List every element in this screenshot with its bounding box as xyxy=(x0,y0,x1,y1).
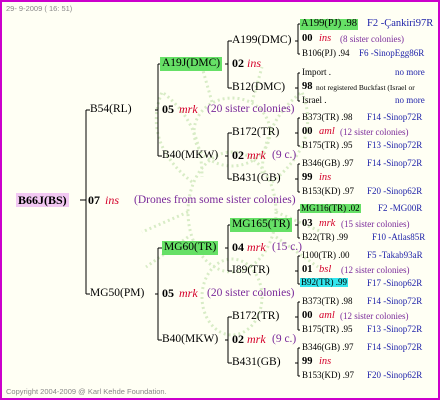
gen6-5-mark: bsl xyxy=(319,264,332,275)
gen4-bb-generation: 02 xyxy=(232,332,244,346)
gen6-3-dam-id[interactable]: B346(GB) .97 xyxy=(302,159,354,168)
gen6-5-sire-line: F17 -Sinop62R xyxy=(367,278,423,288)
gen6-6-sire-line: F13 -Sinop72R xyxy=(367,324,423,334)
gen6-4-dam-line: F2 -MG00R xyxy=(378,203,423,213)
gen3-ba-id[interactable]: MG60(TR) xyxy=(162,241,219,255)
gen6-2-note: (12 sister colonies) xyxy=(340,127,409,137)
gen6-4-mark: mrk xyxy=(319,218,336,229)
gen2-b-note: (20 sister colonies) xyxy=(207,287,295,299)
gen6-0-mark: ins xyxy=(319,33,332,44)
gen6-7-generation: 99 xyxy=(302,356,313,367)
gen6-2-dam-line: F14 -Sinop72R xyxy=(367,112,423,122)
gen6-7-sire-line: F20 -Sinop62R xyxy=(367,370,423,380)
gen6-5-note: (12 sister colonies) xyxy=(341,265,410,275)
gen6-1-sire-id[interactable]: Israel . xyxy=(302,96,327,105)
gen4-ab-generation: 02 xyxy=(232,148,244,162)
gen6-6-sire-id[interactable]: B175(TR) .95 xyxy=(302,325,353,334)
gen6-3-mark: ins xyxy=(319,172,332,183)
gen4-bb-note: (9 c.) xyxy=(272,333,297,345)
pedigree-frame: 29- 9-2009 ( 16: 51) Copyright 2004-2009… xyxy=(0,0,440,400)
gen6-0-generation: 00 xyxy=(302,33,313,44)
gen5-7-id[interactable]: B431(GB) xyxy=(232,356,281,369)
gen6-1-generation: 98 xyxy=(302,81,313,92)
gen5-5-id[interactable]: I89(TR) xyxy=(232,264,270,277)
gen6-3-sire-line: F20 -Sinop62R xyxy=(367,186,423,196)
gen6-6-dam-line: F14 -Sinop72R xyxy=(367,296,423,306)
gen6-0-note: (8 sister colonies) xyxy=(340,34,404,44)
gen4-aa-generation: 02 xyxy=(232,56,244,70)
gen6-3-generation: 99 xyxy=(302,172,313,183)
gen6-6-note: (12 sister colonies) xyxy=(340,311,409,321)
gen6-4-dam-id[interactable]: MG116(TR) .02 xyxy=(300,204,361,213)
gen4-aa-mark: ins xyxy=(247,56,262,70)
gen6-4-sire-line: F10 -Atlas85R xyxy=(372,232,426,242)
gen5-3-id[interactable]: B431(GB) xyxy=(232,172,281,185)
gen6-3-dam-line: F14 -Sinop72R xyxy=(367,158,423,168)
gen6-6-generation: 00 xyxy=(302,310,313,321)
root-note: (Drones from some sister colonies) xyxy=(134,194,296,206)
gen6-2-sire-line: F13 -Sinop72R xyxy=(367,140,423,150)
gen6-7-dam-line: F14 -Sinop72R xyxy=(367,342,423,352)
sire-b-id[interactable]: MG50(PM) xyxy=(90,287,144,300)
root-queen-id[interactable]: B66J(BS) xyxy=(16,193,69,207)
gen6-0-sire-id[interactable]: B106(PJ) .94 xyxy=(302,49,350,58)
gen4-ba-mark: mrk xyxy=(247,240,266,254)
gen5-0-id[interactable]: A199(DMC) xyxy=(232,34,291,47)
gen6-0-dam-line: F2 -Çankiri97R xyxy=(367,18,434,29)
gen6-1-dam-line: no more xyxy=(395,67,425,77)
gen4-ab-mark: mrk xyxy=(247,148,266,162)
gen3-aa-id[interactable]: A19J(DMC) xyxy=(160,57,223,71)
gen6-7-mark: ins xyxy=(319,356,332,367)
gen2-a-generation: 05 xyxy=(162,102,174,116)
gen6-2-sire-id[interactable]: B175(TR) .95 xyxy=(302,141,353,150)
gen6-5-dam-line: F5 -Takab93aR xyxy=(367,250,423,260)
gen5-2-id[interactable]: B172(TR) xyxy=(232,126,279,139)
gen6-4-sire-id[interactable]: B22(TR) .99 xyxy=(302,233,348,242)
gen6-1-note: not registered Buckfast (Israel or xyxy=(316,83,415,92)
gen6-6-dam-id[interactable]: B373(TR) .98 xyxy=(302,297,353,306)
root-mark: ins xyxy=(105,193,120,207)
gen4-ab-note: (9 c.) xyxy=(272,149,297,161)
gen6-1-sire-line: no more xyxy=(395,95,425,105)
gen4-ba-note: (15 c.) xyxy=(272,241,303,253)
gen2-b-generation: 05 xyxy=(162,286,174,300)
gen2-a-mark: mrk xyxy=(179,102,198,116)
gen6-2-generation: 00 xyxy=(302,126,313,137)
gen2-a-note: (20 sister colonies) xyxy=(207,103,295,115)
sire-a-id[interactable]: B54(RL) xyxy=(90,103,132,116)
gen5-6-id[interactable]: B172(TR) xyxy=(232,310,279,323)
gen6-2-dam-id[interactable]: B373(TR) .98 xyxy=(302,113,353,122)
gen6-5-sire-id[interactable]: B92(TR) .99 xyxy=(300,278,348,287)
gen6-3-sire-id[interactable]: B153(KD) .97 xyxy=(302,187,354,196)
gen6-6-mark: aml xyxy=(319,310,335,321)
copyright-footer: Copyright 2004-2009 @ Karl Kehde Foundat… xyxy=(6,387,167,396)
date-stamp: 29- 9-2009 ( 16: 51) xyxy=(6,4,73,13)
gen3-bb-id[interactable]: B40(MKW) xyxy=(162,333,218,346)
gen4-bb-mark: mrk xyxy=(247,332,266,346)
gen6-0-dam-id[interactable]: A199(PJ) .98 xyxy=(300,18,359,30)
gen6-4-generation: 03 xyxy=(302,218,313,229)
gen6-7-dam-id[interactable]: B346(GB) .97 xyxy=(302,343,354,352)
gen3-ab-id[interactable]: B40(MKW) xyxy=(162,149,218,162)
gen6-1-dam-id[interactable]: Import . xyxy=(302,68,331,77)
gen4-ba-generation: 04 xyxy=(232,240,244,254)
gen5-4-id[interactable]: MG165(TR) xyxy=(230,218,293,232)
root-generation: 07 xyxy=(88,193,100,207)
gen6-2-mark: aml xyxy=(319,126,335,137)
gen5-1-id[interactable]: B12(DMC) xyxy=(232,81,285,94)
gen6-0-sire-line: F6 -SinopEgg86R xyxy=(359,48,425,58)
gen2-b-mark: mrk xyxy=(179,286,198,300)
gen6-5-generation: 01 xyxy=(302,264,313,275)
gen6-4-note: (15 sister colonies) xyxy=(341,219,410,229)
gen6-7-sire-id[interactable]: B153(KD) .97 xyxy=(302,371,354,380)
gen6-5-dam-id[interactable]: I100(TR) .00 xyxy=(302,251,350,260)
